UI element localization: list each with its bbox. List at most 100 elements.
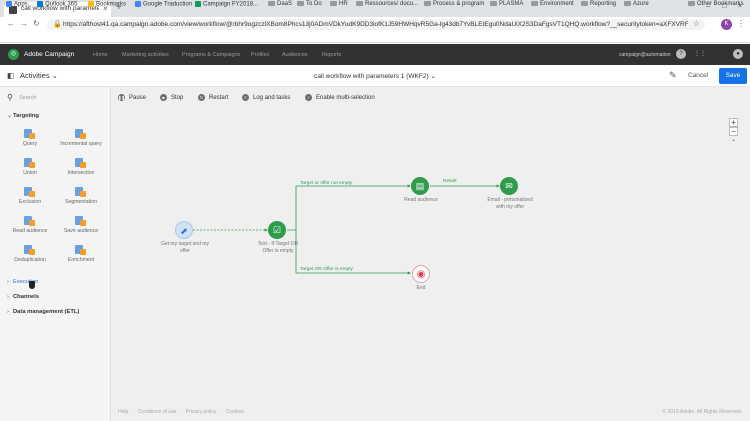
incremental-query-icon <box>75 129 87 139</box>
reload-icon[interactable]: ↻ <box>33 19 40 28</box>
nav-marketing-activities[interactable]: Marketing activities <box>122 52 169 58</box>
read-audience-icon <box>24 216 36 226</box>
mouse-cursor <box>29 281 35 289</box>
nav-reports[interactable]: Reports <box>322 52 341 58</box>
bookmark-google-traduction[interactable]: Google Traduction <box>135 1 192 8</box>
app-name: Adobe Campaign <box>24 51 75 58</box>
bookmark-label: Outlook 365 <box>45 1 78 8</box>
edge-label-empty: Target OR Offer is empty <box>300 267 353 272</box>
section-targeting[interactable]: ⌄Targeting <box>7 113 39 119</box>
bookmark-reporting[interactable]: Reporting <box>581 1 616 7</box>
edge-test-to-read <box>287 184 411 231</box>
edit-pencil-icon[interactable]: ✎ <box>669 70 677 81</box>
bookmark-environment[interactable]: Environment <box>531 1 574 7</box>
footer-help-link[interactable]: Help <box>118 409 128 415</box>
forward-icon[interactable]: → <box>20 19 28 28</box>
bookmark-other[interactable]: Other Bookmarks <box>688 1 744 7</box>
nav-profiles[interactable]: Profiles <box>251 52 269 58</box>
footer-terms-link[interactable]: Conditions of use <box>138 409 177 415</box>
footer-cookies-link[interactable]: Cookies <box>226 409 244 415</box>
activity-label: Union <box>23 170 37 176</box>
intersection-icon <box>75 158 87 168</box>
exclusion-icon <box>24 187 36 197</box>
edge-label-result: Result <box>443 179 457 184</box>
browser-menu-icon[interactable]: ⋮ <box>737 19 745 28</box>
nav-audiences[interactable]: Audiences <box>282 52 308 58</box>
folder-icon <box>688 1 695 6</box>
activity-deduplication[interactable]: Deduplication <box>4 245 56 263</box>
activity-read-audience[interactable]: Read audience <box>4 216 56 234</box>
activity-union[interactable]: Union <box>4 158 56 176</box>
test-node-icon[interactable]: ☑ <box>268 221 286 239</box>
back-icon[interactable]: ← <box>7 19 15 28</box>
nav-home[interactable]: Home <box>93 52 108 58</box>
user-name[interactable]: campaign@automation <box>619 52 671 58</box>
activity-enrichment[interactable]: Enrichment <box>55 245 107 263</box>
bookmark-label: Other Bookmarks <box>697 1 744 8</box>
activity-incremental-query[interactable]: Incremental query <box>55 129 107 147</box>
bookmark-apps[interactable]: Apps <box>6 1 28 8</box>
activity-segmentation[interactable]: Segmentation <box>55 187 107 205</box>
activity-label: Segmentation <box>64 199 97 205</box>
folder-icon <box>490 1 497 6</box>
folder-icon <box>531 1 538 6</box>
bookmark-hr[interactable]: HR <box>330 1 348 7</box>
star-icon <box>88 1 94 7</box>
bookmark-outlook[interactable]: Outlook 365 <box>37 1 77 8</box>
activity-save-audience[interactable]: Save audience <box>55 216 107 234</box>
union-icon <box>24 158 36 168</box>
bookmark-label: Bookmarks <box>96 1 127 8</box>
adobe-campaign-logo[interactable]: ◎ <box>8 49 19 60</box>
section-label: Targeting <box>13 113 39 119</box>
workflow-title-text: call workflow with parameters 1 (WKF2) <box>314 73 429 80</box>
activity-exclusion[interactable]: Exclusion <box>4 187 56 205</box>
email-node-label: Email - personalized with my offer <box>487 197 533 210</box>
activity-intersection[interactable]: Intersection <box>55 158 107 176</box>
help-icon[interactable]: ? <box>676 49 686 59</box>
email-node-icon[interactable]: ✉ <box>500 177 518 195</box>
bookmark-star-icon[interactable]: ☆ <box>693 19 700 28</box>
read-audience-node-icon[interactable]: ▤ <box>411 177 429 195</box>
bookmark-daas[interactable]: DaaS <box>268 1 292 7</box>
url-field[interactable]: 🔒 https://afthost41.qa.campaign.adobe.co… <box>47 19 705 30</box>
start-node-icon[interactable]: ⬈ <box>175 221 193 239</box>
cancel-button[interactable]: Cancel <box>688 72 708 79</box>
section-data-management[interactable]: › Data management (ETL) <box>7 309 79 315</box>
bookmark-plasma[interactable]: PLASMA <box>490 1 523 7</box>
end-node-icon[interactable]: ◉ <box>412 265 430 283</box>
segmentation-icon <box>75 187 87 197</box>
bookmark-azure[interactable]: Azure <box>624 1 649 7</box>
bookmarks-bar <box>0 32 750 43</box>
translate-icon <box>135 1 141 7</box>
user-avatar-icon[interactable]: ● <box>733 49 743 59</box>
save-button[interactable]: Save <box>719 68 747 84</box>
section-channels[interactable]: › Channels <box>7 294 39 300</box>
bookmark-process[interactable]: Process & program <box>424 1 484 7</box>
footer-privacy-link[interactable]: Privacy policy <box>186 409 217 415</box>
bookmark-campaign[interactable]: Campaign FY2018... <box>195 1 258 8</box>
bookmark-ressources[interactable]: Ressources/ docu... <box>356 1 418 7</box>
folder-icon <box>330 1 337 6</box>
bookmark-label: HR <box>339 1 348 8</box>
search-icon[interactable]: ⚲ <box>7 93 13 102</box>
activity-query[interactable]: Query <box>4 129 56 147</box>
search-input[interactable]: Search <box>19 95 36 101</box>
outlook-icon <box>37 1 43 7</box>
url-text: https://afthost41.qa.campaign.adobe.com/… <box>63 20 688 28</box>
activity-label: Intersection <box>67 170 95 176</box>
copyright-text: © 2019 Adobe. All Rights Reserved. <box>662 409 742 415</box>
activity-label: Enrichment <box>67 257 95 263</box>
bookmark-bookmarks[interactable]: Bookmarks <box>88 1 126 8</box>
bookmark-label: Process & program <box>433 1 485 8</box>
workflow-title[interactable]: call workflow with parameters 1 (WKF2) ⌄ <box>0 72 750 80</box>
edge-label-not-empty: Target or offer not empty <box>300 181 353 186</box>
folder-icon <box>297 1 304 6</box>
folder-icon <box>581 1 588 6</box>
sheet-icon <box>195 1 201 7</box>
profile-avatar[interactable]: K <box>721 19 732 30</box>
deduplication-icon <box>24 245 36 255</box>
bookmark-label: Campaign FY2018... <box>203 1 259 8</box>
nav-programs-campaigns[interactable]: Programs & Campaigns <box>182 52 240 58</box>
bookmark-todo[interactable]: To Do <box>297 1 322 7</box>
apps-grid-icon[interactable]: ⋮⋮ <box>694 49 706 59</box>
